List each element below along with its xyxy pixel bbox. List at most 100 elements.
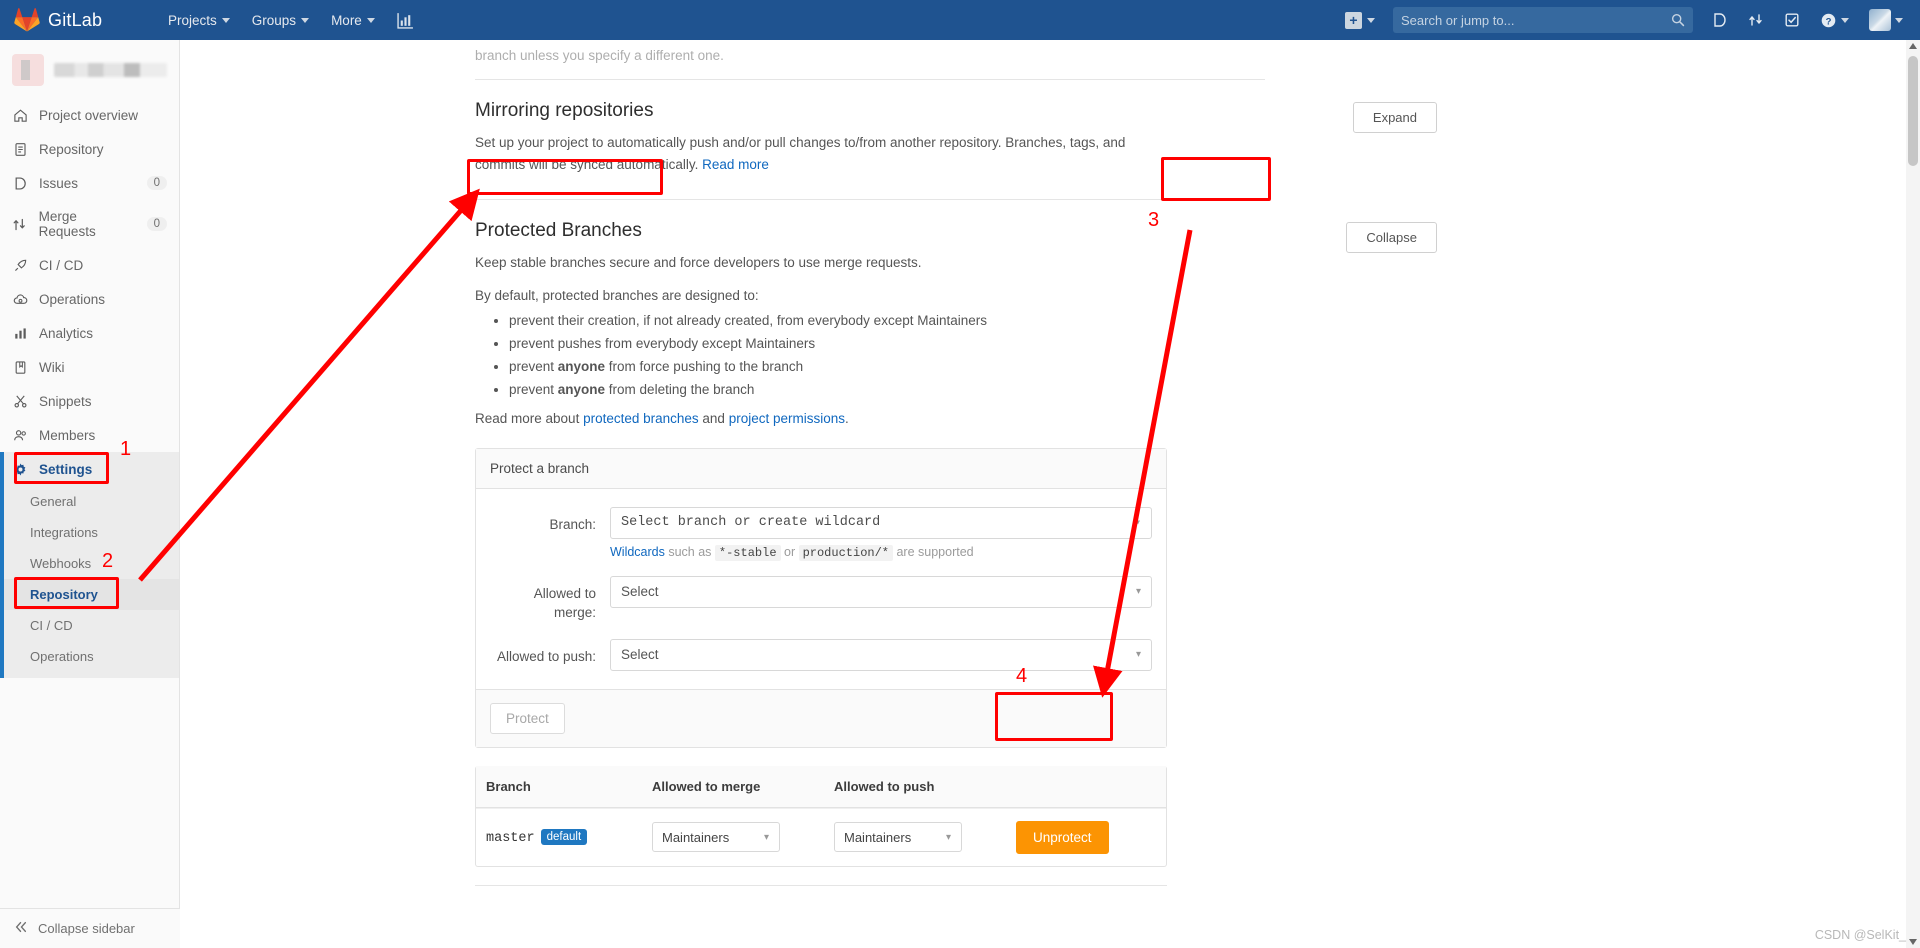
list-item: prevent anyone from force pushing to the… (509, 359, 1475, 374)
branch-cell: master default (476, 816, 642, 858)
search-icon (1671, 13, 1685, 27)
scroll-down-arrow-icon[interactable] (1909, 939, 1917, 945)
cut-off-text: branch unless you specify a different on… (475, 48, 724, 63)
unprotect-button[interactable]: Unprotect (1016, 820, 1109, 854)
sidebar-item-ci-cd[interactable]: CI / CD (0, 248, 179, 282)
page-title: Protected Branches (475, 219, 642, 241)
avatar (1869, 9, 1891, 31)
chevron-down-icon (301, 17, 310, 23)
issues-button[interactable] (1703, 4, 1737, 36)
chevron-down-icon: ▾ (1135, 649, 1141, 661)
top-navbar: GitLab Projects Groups More + Search or … (0, 0, 1920, 40)
sidebar-item-snippets[interactable]: Snippets (0, 384, 179, 418)
wildcards-link[interactable]: Wildcards (610, 545, 665, 559)
help-icon: ? (1821, 13, 1836, 27)
expand-button[interactable]: Expand (1352, 102, 1437, 133)
protected-intro: By default, protected branches are desig… (475, 287, 759, 303)
sidebar-item-operations[interactable]: Operations (0, 282, 179, 316)
rule-text: prevent their creation, if not already c… (509, 312, 987, 328)
issues-icon (12, 175, 28, 191)
allowed-to-push-row: Allowed to push: Select ▾ (490, 638, 1152, 671)
topnav-analytics-button[interactable] (387, 3, 424, 38)
chevron-down-icon: ▾ (1135, 586, 1141, 598)
protected-branches-table: Branch Allowed to merge Allowed to push … (475, 765, 1167, 867)
scroll-up-arrow-icon[interactable] (1909, 43, 1917, 49)
watermark: CSDN @SelKit_ (1814, 928, 1906, 942)
sidebar-item-members[interactable]: Members (0, 418, 179, 452)
sidebar-subitem-webhooks[interactable]: Webhooks (0, 548, 179, 579)
protect-button[interactable]: Protect (490, 702, 565, 734)
project-avatar (12, 54, 44, 86)
mirroring-desc-text: Set up your project to automatically pus… (475, 135, 1126, 173)
protected-branches-link[interactable]: protected branches (583, 411, 699, 426)
scissors-icon (12, 393, 28, 409)
search-input[interactable]: Search or jump to... (1393, 7, 1693, 33)
allowed-merge-cell: Maintainers ▾ (642, 810, 824, 864)
project-name-redacted (54, 63, 167, 77)
row-allowed-to-push-select[interactable]: Maintainers ▾ (834, 822, 962, 853)
book-icon (12, 359, 28, 375)
sidebar-item-label: Operations (39, 291, 106, 307)
sidebar-item-settings[interactable]: Settings (0, 452, 179, 486)
cloud-gear-icon (12, 291, 28, 307)
branch-select[interactable]: Select branch or create wildcard ▾ (610, 506, 1152, 539)
allowed-push-cell: Maintainers ▾ (824, 810, 1006, 864)
allowed-to-push-value: Select (621, 647, 659, 663)
sidebar-item-merge-requests[interactable]: Merge Requests 0 (0, 200, 179, 248)
hint-text: or (780, 544, 799, 559)
sidebar-subitem-repository[interactable]: Repository (0, 579, 179, 610)
allowed-to-push-select[interactable]: Select ▾ (610, 638, 1152, 671)
merge-requests-button[interactable] (1739, 4, 1773, 36)
scrollbar-thumb[interactable] (1908, 56, 1918, 166)
sidebar-nav-list: Project overview Repository Issues 0 Mer… (0, 98, 179, 486)
project-permissions-link[interactable]: project permissions (729, 411, 845, 426)
plus-square-icon: + (1345, 11, 1362, 29)
sidebar-item-label: Members (39, 427, 96, 443)
sidebar-item-issues[interactable]: Issues 0 (0, 166, 179, 200)
allowed-to-merge-row: Allowed to merge: Select ▾ (490, 575, 1152, 623)
sidebar-subitem-operations[interactable]: Operations (0, 641, 179, 672)
top-navbar-items: Projects Groups More (158, 3, 424, 38)
sidebar-item-label: Repository (39, 141, 104, 157)
sidebar-item-wiki[interactable]: Wiki (0, 350, 179, 384)
sidebar-project-header[interactable] (0, 40, 179, 98)
sidebar-item-analytics[interactable]: Analytics (0, 316, 179, 350)
sidebar-item-label: Analytics (39, 325, 94, 341)
vertical-scrollbar[interactable] (1906, 40, 1920, 948)
sidebar-subitem-ci-cd[interactable]: CI / CD (0, 610, 179, 641)
sidebar-item-project-overview[interactable]: Project overview (0, 98, 179, 132)
actions-cell: Unprotect (1006, 809, 1166, 866)
merge-requests-icon (12, 216, 28, 232)
collapse-button[interactable]: Collapse (1346, 221, 1437, 253)
user-menu-button[interactable] (1860, 1, 1912, 39)
table-header-row: Branch Allowed to merge Allowed to push (476, 765, 1166, 808)
protect-branch-form: Branch: Select branch or create wildcard… (476, 489, 1166, 689)
todos-button[interactable] (1775, 4, 1809, 36)
topnav-more-label: More (331, 12, 362, 28)
row-allowed-to-merge-select[interactable]: Maintainers ▾ (652, 822, 780, 853)
allowed-to-merge-value: Select (621, 584, 659, 600)
hint-code-stable: *-stable (714, 544, 781, 561)
collapse-sidebar-button[interactable]: Collapse sidebar (0, 908, 180, 948)
help-button[interactable]: ? (1811, 4, 1858, 37)
mirroring-read-more-link[interactable]: Read more (702, 157, 769, 172)
topnav-projects-label: Projects (168, 12, 217, 28)
topnav-item-projects[interactable]: Projects (158, 4, 240, 37)
rule-text: prevent (509, 381, 558, 397)
sidebar-item-label: Merge Requests (38, 209, 96, 239)
sidebar-item-repository[interactable]: Repository (0, 132, 179, 166)
sidebar-item-label: Issues (39, 175, 79, 191)
branch-name: master (486, 831, 535, 847)
annotation-number-3: 3 (1148, 209, 1160, 231)
hint-code-production: production/* (798, 544, 893, 561)
sidebar-item-label: CI / CD (39, 257, 84, 273)
gitlab-home-link[interactable]: GitLab (0, 7, 150, 33)
allowed-to-merge-select[interactable]: Select ▾ (610, 575, 1152, 608)
new-item-button[interactable]: + (1337, 4, 1383, 37)
sidebar-subitem-integrations[interactable]: Integrations (0, 517, 179, 548)
project-sidebar: Project overview Repository Issues 0 Mer… (0, 40, 180, 948)
topnav-item-groups[interactable]: Groups (242, 4, 319, 37)
chart-bar-icon (397, 12, 413, 29)
sidebar-subitem-general[interactable]: General (0, 486, 179, 517)
topnav-item-more[interactable]: More (321, 4, 385, 37)
